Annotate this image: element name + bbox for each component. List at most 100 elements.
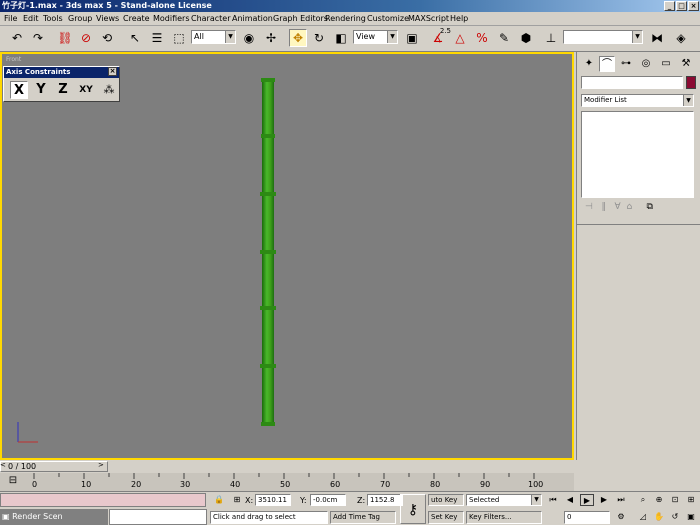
object-name-field[interactable]	[581, 76, 683, 89]
constraint-options-icon[interactable]: ⁂	[100, 81, 118, 99]
configure-modifier-sets-icon[interactable]: ⧉	[646, 202, 652, 212]
bind-to-space-warp-icon[interactable]: ⟲	[98, 29, 116, 47]
time-slider[interactable]: 0 / 100 < >	[0, 460, 574, 473]
select-and-scale-icon[interactable]: ◧	[332, 29, 350, 47]
slider-prev-icon[interactable]: <	[0, 461, 6, 469]
display-tab-icon[interactable]: ▭	[658, 56, 674, 72]
pan-icon[interactable]: ✋	[652, 511, 666, 523]
select-object-icon[interactable]: ↖	[126, 29, 144, 47]
mini-curve-editor-icon[interactable]: ⊟	[4, 475, 22, 489]
key-filters-button[interactable]: Key Filters...	[466, 511, 542, 524]
menu-maxscript[interactable]: MAXScript	[408, 13, 449, 25]
percent-snap-icon[interactable]: △	[451, 29, 469, 47]
reference-coordinate-dropdown[interactable]: View ▼	[353, 30, 398, 44]
front-viewport[interactable]: Front	[0, 52, 574, 460]
absolute-mode-icon[interactable]: ⊞	[230, 494, 244, 506]
zoom-extents-icon[interactable]: ⊡	[668, 494, 682, 506]
unlink-selection-icon[interactable]: ⊘	[77, 29, 95, 47]
utilities-tab-icon[interactable]: ⚒	[678, 56, 694, 72]
minimize-button[interactable]: _	[664, 1, 675, 11]
zoom-icon[interactable]: ⌕	[636, 494, 650, 506]
bamboo-stalk[interactable]	[260, 78, 276, 426]
maxscript-input[interactable]	[109, 509, 207, 525]
edit-named-selections-icon[interactable]: ✎	[495, 29, 513, 47]
z-coordinate-field[interactable]: 1152.8	[367, 494, 403, 506]
modifier-stack-list[interactable]	[581, 111, 694, 198]
select-and-move-active-icon[interactable]: ✥	[289, 29, 307, 47]
track-bar[interactable]: ⊟ 0 10 20 30 40 50 60 70 80 90 100	[0, 473, 574, 491]
constrain-y-button[interactable]: Y	[32, 81, 50, 99]
select-by-name-icon[interactable]: ☰	[148, 29, 166, 47]
use-pivot-center-icon[interactable]: ▣	[403, 29, 421, 47]
pin-stack-icon[interactable]: ⊣	[585, 202, 593, 212]
y-coordinate-field[interactable]: -0.0cm	[310, 494, 346, 506]
key-filter-dropdown[interactable]: Selected ▼	[466, 494, 542, 506]
object-color-swatch[interactable]	[686, 76, 696, 89]
redo-icon[interactable]: ↷	[29, 29, 47, 47]
menu-group[interactable]: Group	[68, 13, 92, 25]
maximize-viewport-icon[interactable]: ▣	[684, 511, 698, 523]
angle-snap-icon[interactable]: ∡ 2.5	[429, 28, 451, 47]
undo-icon[interactable]: ↶	[8, 29, 26, 47]
motion-tab-icon[interactable]: ◎	[638, 56, 654, 72]
show-end-result-icon[interactable]: ‖	[601, 202, 606, 212]
menu-edit[interactable]: Edit	[23, 13, 39, 25]
goto-start-icon[interactable]: ⏮	[546, 494, 560, 506]
lock-selection-icon[interactable]: 🔒	[212, 494, 226, 506]
maximize-button[interactable]: □	[676, 1, 687, 11]
menu-views[interactable]: Views	[96, 13, 119, 25]
modify-tab-icon[interactable]: ⌒	[599, 56, 615, 72]
modifier-list-dropdown[interactable]: Modifier List ▼	[581, 94, 694, 107]
menu-modifiers[interactable]: Modifiers	[153, 13, 190, 25]
constrain-xy-button[interactable]: XY	[74, 81, 98, 99]
render-scene-taskbar[interactable]: ▣ Render Scen	[0, 509, 108, 525]
constrain-x-button[interactable]: X	[10, 81, 28, 99]
select-and-link-icon[interactable]: ⛓	[56, 29, 74, 47]
make-unique-icon[interactable]: ∀	[615, 202, 621, 212]
current-frame-field[interactable]: 0	[564, 511, 610, 524]
close-icon[interactable]: ×	[108, 67, 117, 76]
previous-frame-icon[interactable]: ◀	[563, 494, 577, 506]
menu-rendering[interactable]: Rendering	[325, 13, 366, 25]
select-and-move-icon[interactable]: ✢	[262, 29, 280, 47]
remove-modifier-icon[interactable]: ⌂	[626, 202, 632, 212]
mirror-icon[interactable]: ⬢	[517, 29, 535, 47]
close-button[interactable]: ×	[688, 1, 699, 11]
menu-help[interactable]: Help	[450, 13, 468, 25]
arc-rotate-icon[interactable]: ↺	[668, 511, 682, 523]
goto-end-icon[interactable]: ⏭	[614, 494, 628, 506]
window-crossing-icon[interactable]: ◉	[240, 29, 258, 47]
zoom-extents-all-icon[interactable]: ⊞	[684, 494, 698, 506]
maxscript-listener-pink[interactable]	[0, 493, 206, 507]
align-icon[interactable]: ⊥	[542, 29, 560, 47]
create-tab-icon[interactable]: ✦	[581, 56, 597, 72]
align-selected-icon[interactable]: ◈	[672, 29, 690, 47]
named-selection-sets-dropdown[interactable]: ▼	[563, 30, 643, 44]
add-time-tag-field[interactable]: Add Time Tag	[330, 511, 396, 524]
hierarchy-tab-icon[interactable]: ⊶	[618, 56, 634, 72]
select-and-rotate-icon[interactable]: ↻	[310, 29, 328, 47]
menu-tools[interactable]: Tools	[43, 13, 63, 25]
selection-filter-dropdown[interactable]: All ▼	[191, 30, 236, 44]
spinner-snap-icon[interactable]: %	[473, 29, 491, 47]
menu-file[interactable]: File	[4, 13, 17, 25]
auto-key-button[interactable]: uto Key	[428, 494, 464, 506]
axis-constraints-title[interactable]: Axis Constraints ×	[4, 67, 119, 78]
x-coordinate-field[interactable]: 3510.11	[255, 494, 291, 506]
menu-create[interactable]: Create	[123, 13, 150, 25]
menu-graph-editors[interactable]: Graph Editors	[273, 13, 328, 25]
mirror-selected-icon[interactable]: ⧓	[648, 29, 666, 47]
menu-animation[interactable]: Animation	[232, 13, 273, 25]
constrain-z-button[interactable]: Z	[54, 81, 72, 99]
menu-customize[interactable]: Customize	[367, 13, 409, 25]
play-icon[interactable]: ▶	[580, 494, 594, 506]
set-key-button[interactable]: Set Key	[428, 511, 464, 524]
slider-next-icon[interactable]: >	[98, 461, 104, 469]
field-of-view-icon[interactable]: ◿	[636, 511, 650, 523]
menu-character[interactable]: Character	[191, 13, 231, 25]
zoom-all-icon[interactable]: ⊕	[652, 494, 666, 506]
set-key-icon[interactable]: ⚷	[400, 494, 426, 524]
next-frame-icon[interactable]: ▶	[597, 494, 611, 506]
time-config-icon[interactable]: ⚙	[614, 511, 628, 523]
rectangular-selection-icon[interactable]: ⬚	[170, 29, 188, 47]
